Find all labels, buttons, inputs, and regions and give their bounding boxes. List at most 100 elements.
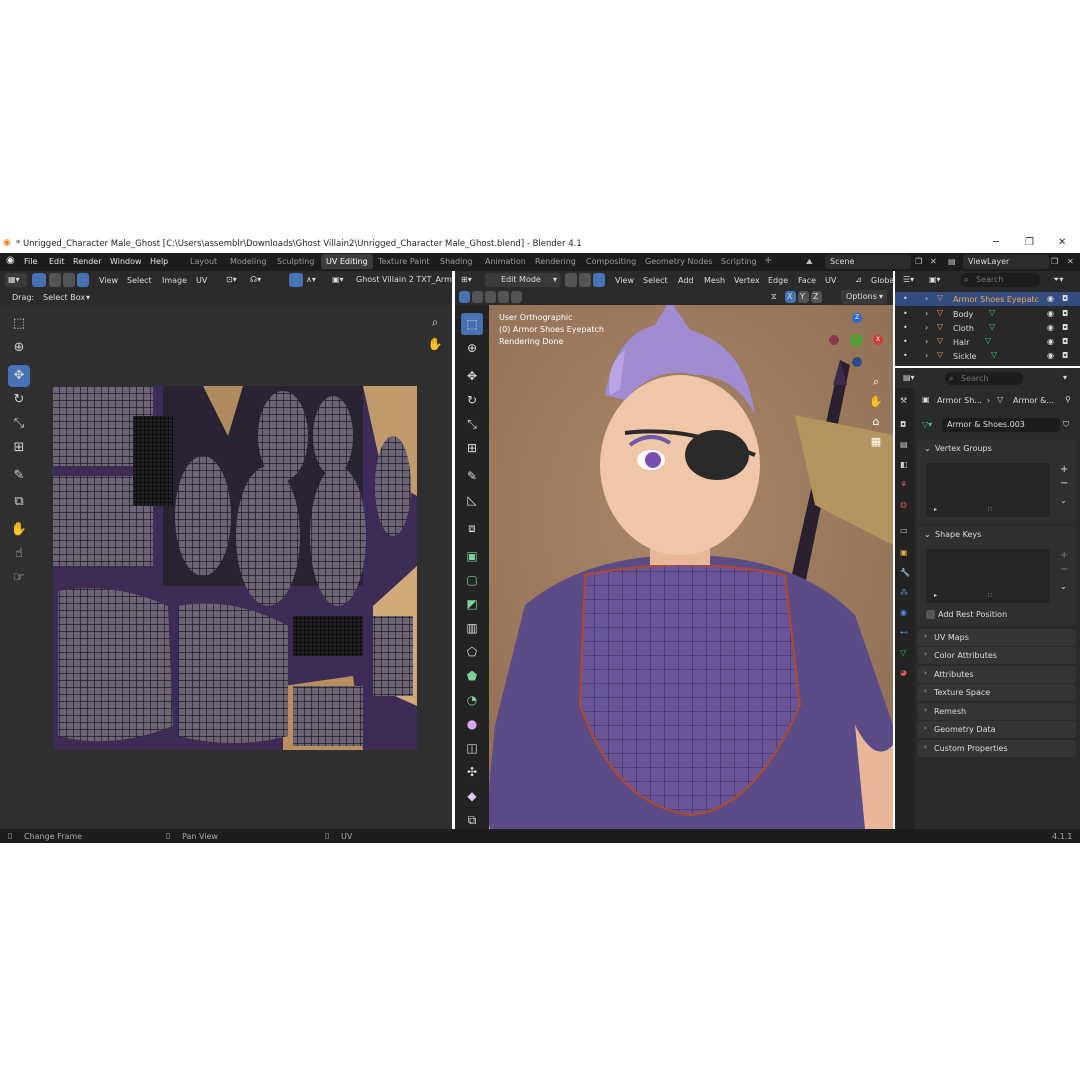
tab-rendering[interactable]: Rendering	[535, 257, 576, 266]
remove-view-layer-icon[interactable]: ✕	[1067, 257, 1074, 266]
annotate-tool-icon[interactable]: ✎	[8, 465, 30, 487]
snap-icon[interactable]: ☊▾	[250, 275, 261, 284]
panel-expand-icon[interactable]: ⌄	[924, 444, 931, 453]
options-dropdown[interactable]: Options ▾	[841, 290, 887, 304]
menu-file[interactable]: File	[24, 257, 37, 266]
transform-tool-icon[interactable]: ⊞	[461, 437, 483, 459]
camera-icon[interactable]: ◘	[1062, 323, 1068, 332]
spin-tool-icon[interactable]: ◔	[461, 689, 483, 711]
uv-menu-uv[interactable]: UV	[196, 276, 207, 285]
image-name-field[interactable]: Ghost Villain 2 TXT_Armor	[352, 273, 452, 287]
viewport-menu-face[interactable]: Face	[798, 276, 816, 285]
expand-arrow-icon[interactable]: ›	[925, 323, 928, 332]
view-layer-selector[interactable]: ViewLayer	[963, 255, 1049, 269]
scale-tool-icon[interactable]: ⤡	[461, 413, 483, 435]
output-tab-icon[interactable]: ▤	[900, 440, 908, 449]
add-vertex-group-button[interactable]: +	[1060, 464, 1068, 475]
viewport-menu-select[interactable]: Select	[643, 276, 668, 285]
gizmo-x-axis[interactable]: X	[873, 335, 883, 345]
viewport-menu-add[interactable]: Add	[678, 276, 694, 285]
move-tool-icon[interactable]: ✥	[461, 365, 483, 387]
gizmo-y-axis[interactable]	[850, 334, 863, 347]
menu-edit[interactable]: Edit	[49, 257, 65, 266]
data-tab-icon[interactable]: ▽	[900, 648, 906, 657]
list-resize-handle[interactable]: ∷	[988, 592, 992, 599]
remove-shape-key-button[interactable]: −	[1060, 564, 1068, 575]
knife-tool-icon[interactable]: ⬠	[461, 641, 483, 663]
face-select-icon[interactable]	[77, 273, 89, 287]
transform-tool-icon[interactable]: ⊞	[8, 437, 30, 459]
vertex-select-icon[interactable]	[49, 273, 61, 287]
list-item[interactable]: • › ▽ Armor Shoes Eyepatc ◉ ◘	[895, 292, 1080, 306]
proportional-editing-icon[interactable]	[289, 273, 303, 287]
sync-selection-icon[interactable]	[32, 273, 46, 287]
pinch-tool-icon[interactable]: ☞	[8, 567, 30, 589]
collection-tab-icon[interactable]: ▭	[900, 526, 908, 535]
falloff-icon[interactable]: ∧▾	[306, 275, 316, 284]
cursor-tool-icon[interactable]: ⊕	[8, 337, 30, 359]
scale-tool-icon[interactable]: ⤡	[8, 413, 30, 435]
smooth-tool-icon[interactable]: ●	[461, 713, 483, 735]
expand-arrow-icon[interactable]: ›	[925, 351, 928, 360]
object-tab-icon[interactable]: ▣	[900, 548, 908, 557]
menu-window[interactable]: Window	[110, 257, 142, 266]
edge-select-icon[interactable]	[63, 273, 75, 287]
properties-editor-icon[interactable]: ▤▾	[903, 373, 915, 382]
eye-icon[interactable]: ◉	[1047, 309, 1054, 318]
mirror-icon[interactable]: ⧖	[771, 292, 777, 302]
tab-shading[interactable]: Shading	[440, 257, 473, 266]
outliner-search-input[interactable]: ⌕ Search	[960, 273, 1040, 287]
tab-layout[interactable]: Layout	[190, 257, 217, 266]
shape-keys-header[interactable]: Shape Keys	[935, 530, 981, 539]
rotate-tool-icon[interactable]: ↻	[461, 389, 483, 411]
pan-hand-icon[interactable]: ✋	[424, 333, 446, 355]
uv-maps-panel[interactable]: › UV Maps	[918, 629, 1076, 646]
bevel-tool-icon[interactable]: ◩	[461, 593, 483, 615]
outliner-editor-icon[interactable]: ☰▾	[903, 275, 914, 284]
camera-view-icon[interactable]: ⌂	[865, 411, 887, 433]
close-button[interactable]: ✕	[1058, 237, 1066, 248]
camera-icon[interactable]: ◘	[1062, 337, 1068, 346]
vertex-groups-list[interactable]: ▸ ∷	[926, 463, 1050, 517]
zoom-icon[interactable]: ⌕	[424, 311, 446, 333]
tab-sculpting[interactable]: Sculpting	[277, 257, 314, 266]
select-box-tool-icon[interactable]: ⬚	[461, 313, 483, 335]
chevron-down-icon[interactable]: ▾	[1063, 373, 1067, 382]
tab-scripting[interactable]: Scripting	[721, 257, 757, 266]
list-expand-icon[interactable]: ▸	[934, 506, 937, 513]
mode-selector[interactable]: Edit Mode ▾	[485, 273, 561, 287]
eye-icon[interactable]: ◉	[1047, 294, 1054, 303]
tab-texture-paint[interactable]: Texture Paint	[378, 257, 430, 266]
custom-properties-panel[interactable]: › Custom Properties	[918, 740, 1076, 757]
uv-menu-select[interactable]: Select	[127, 276, 152, 285]
constraints-tab-icon[interactable]: ⊷	[900, 628, 908, 637]
mesh-browse-icon[interactable]: ▽▾	[922, 420, 932, 429]
rip-tool-icon[interactable]: ⧉	[461, 809, 483, 831]
copy-scene-icon[interactable]: ❐	[915, 257, 922, 266]
uv-menu-view[interactable]: View	[99, 276, 118, 285]
camera-icon[interactable]: ◘	[1062, 309, 1068, 318]
copy-view-layer-icon[interactable]: ❐	[1051, 257, 1058, 266]
render-tab-icon[interactable]: ◘	[900, 420, 906, 429]
tab-compositing[interactable]: Compositing	[586, 257, 636, 266]
world-tab-icon[interactable]: ◍	[900, 500, 907, 509]
edge-mode-icon[interactable]	[579, 273, 591, 287]
texture-space-panel[interactable]: › Texture Space	[918, 684, 1076, 701]
select-intersect-icon[interactable]	[511, 291, 522, 303]
remove-vertex-group-button[interactable]: −	[1060, 478, 1068, 489]
gizmo-neg-z-axis[interactable]	[852, 357, 862, 367]
add-cube-tool-icon[interactable]: ⧈	[461, 517, 483, 539]
panel-expand-icon[interactable]: ⌄	[924, 530, 931, 539]
list-item[interactable]: • › ▽ Body ▽ ◉ ◘	[895, 307, 1080, 321]
gizmo-z-axis[interactable]: Z	[852, 313, 862, 323]
list-expand-icon[interactable]: ▸	[934, 592, 937, 599]
zoom-icon[interactable]: ⌕	[865, 371, 887, 393]
maximize-button[interactable]: ❐	[1025, 237, 1034, 248]
uv-menu-image[interactable]: Image	[162, 276, 187, 285]
color-attributes-panel[interactable]: › Color Attributes	[918, 647, 1076, 664]
mirror-z-toggle[interactable]: Z	[811, 291, 822, 303]
expand-arrow-icon[interactable]: ›	[925, 337, 928, 346]
viewport-menu-uv[interactable]: UV	[825, 276, 836, 285]
shear-tool-icon[interactable]: ◆	[461, 785, 483, 807]
particles-tab-icon[interactable]: ⁂	[900, 588, 908, 597]
